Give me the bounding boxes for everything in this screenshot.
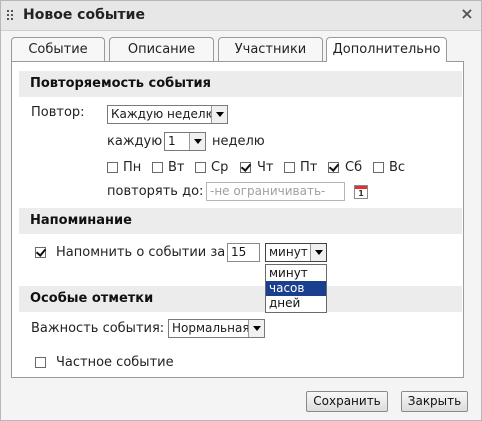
repeat-until-label: повторять до: [107, 184, 204, 199]
close-button[interactable]: Закрыть [401, 391, 468, 412]
reminder-amount-field[interactable]: 15 [227, 243, 260, 262]
every-label: каждую [107, 134, 163, 149]
weekday-label-sun: Вс [389, 160, 406, 175]
every-unit-label: неделю [212, 134, 265, 149]
weekday-checkbox-wed[interactable] [195, 162, 206, 173]
weekday-label-sat: Сб [345, 160, 363, 175]
private-event-label: Частное событие [56, 355, 174, 370]
reminder-unit-value: минут [269, 245, 308, 259]
reminder-label: Напомнить о событии за [56, 245, 226, 260]
importance-select-value: Нормальная [172, 321, 250, 335]
tab-additional[interactable]: Дополнительно [326, 37, 447, 62]
weekday-checkbox-sat[interactable] [328, 162, 339, 173]
reminder-unit-select[interactable]: минут [265, 243, 327, 262]
weekday-label-wed: Ср [211, 160, 229, 175]
weekday-label-thu: Чт [257, 160, 274, 175]
calendar-icon[interactable]: 1 [354, 185, 368, 199]
save-button[interactable]: Сохранить [306, 391, 388, 412]
dialog-titlebar[interactable]: Новое событие × [1, 1, 481, 31]
tab-description[interactable]: Описание [109, 37, 214, 61]
every-interval-select[interactable]: 1 [164, 132, 206, 151]
drag-grip-icon[interactable] [7, 10, 13, 21]
weekday-checkbox-tue[interactable] [152, 162, 163, 173]
weekday-label-mon: Пн [123, 160, 142, 175]
repeat-until-field[interactable]: -не ограничивать- [206, 182, 345, 201]
dropdown-arrow-icon [310, 244, 326, 261]
new-event-dialog: Новое событие × Событие Описание Участни… [0, 0, 482, 421]
importance-select[interactable]: Нормальная [168, 319, 265, 338]
recurrence-section-header: Повторяемость события [19, 71, 462, 97]
tab-participants[interactable]: Участники [218, 37, 323, 61]
dropdown-option-minutes[interactable]: минут [266, 266, 326, 281]
private-event-checkbox[interactable] [35, 357, 46, 368]
importance-label: Важность события: [31, 321, 165, 336]
dropdown-arrow-icon [211, 106, 227, 123]
every-interval-value: 1 [168, 134, 176, 148]
reminder-checkbox[interactable] [35, 247, 46, 258]
weekday-checkbox-mon[interactable] [107, 162, 118, 173]
weekday-label-tue: Вт [168, 160, 185, 175]
dropdown-option-hours[interactable]: часов [266, 281, 326, 296]
dialog-title: Новое событие [23, 7, 145, 23]
weekday-checkbox-sun[interactable] [373, 162, 384, 173]
weekday-checkbox-thu[interactable] [240, 162, 251, 173]
reminder-section-header: Напоминание [19, 208, 462, 234]
dropdown-option-days[interactable]: дней [266, 296, 326, 311]
dropdown-arrow-icon [248, 320, 264, 337]
tab-event[interactable]: Событие [11, 37, 105, 61]
repeat-label: Повтор: [31, 105, 85, 120]
dropdown-arrow-icon [189, 133, 205, 150]
special-section-header: Особые отметки [19, 286, 462, 312]
weekday-label-fri: Пт [300, 160, 318, 175]
close-icon[interactable]: × [459, 5, 475, 23]
reminder-unit-dropdown-list: минут часов дней [265, 264, 327, 313]
weekday-checkbox-fri[interactable] [284, 162, 295, 173]
repeat-select[interactable]: Каждую неделю [107, 105, 228, 124]
repeat-select-value: Каждую неделю [111, 107, 216, 121]
